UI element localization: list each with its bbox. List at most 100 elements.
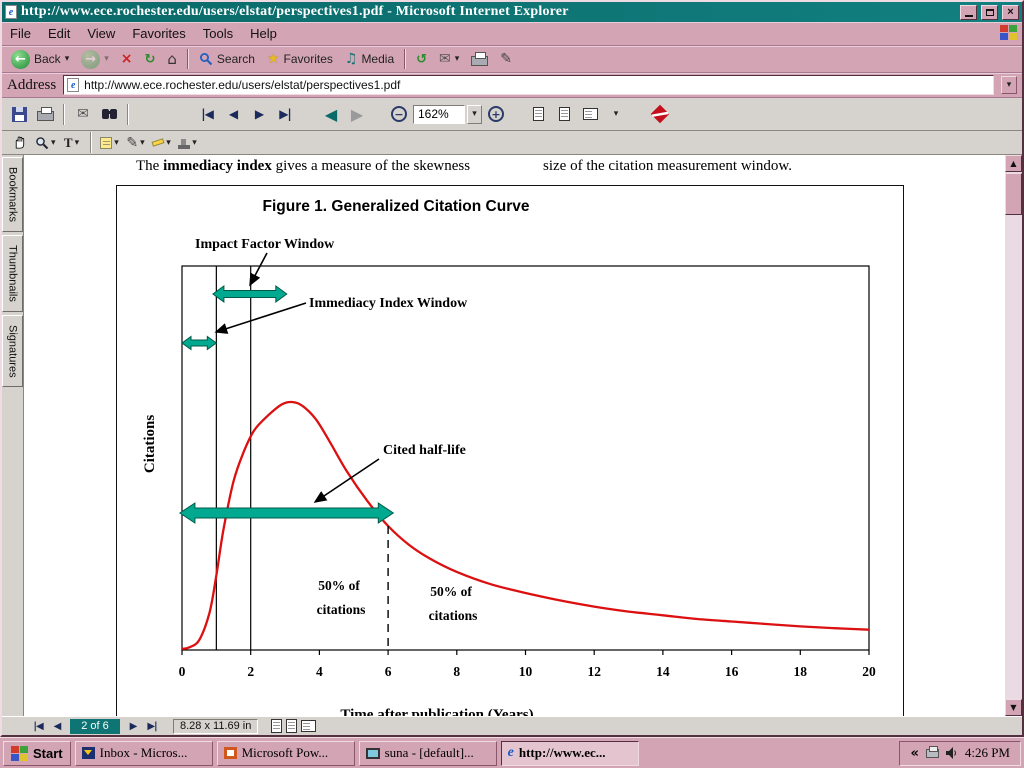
status-last-page-button[interactable]: ▶| [144, 719, 160, 734]
tray-volume-icon[interactable] [946, 747, 958, 759]
print-button[interactable] [466, 48, 493, 71]
note-tool-button[interactable]: ▾ [98, 133, 122, 153]
fit-page-button[interactable] [552, 101, 576, 127]
scroll-up-button[interactable]: ▲ [1005, 155, 1022, 172]
note-dropdown-icon[interactable]: ▾ [114, 138, 119, 148]
scrollbar-track[interactable] [1005, 215, 1022, 699]
save-button[interactable] [7, 101, 31, 127]
scroll-down-button[interactable]: ▼ [1005, 699, 1022, 716]
start-button[interactable]: Start [3, 741, 71, 766]
restore-button[interactable] [981, 5, 998, 20]
hand-tool-button[interactable] [7, 133, 31, 153]
task-powerpoint[interactable]: Microsoft Pow... [217, 741, 355, 766]
menu-favorites[interactable]: Favorites [132, 26, 185, 41]
start-label: Start [33, 746, 63, 761]
status-first-page-button[interactable]: |◀ [30, 719, 46, 734]
address-url-text[interactable]: http://www.ece.rochester.edu/users/elsta… [84, 78, 990, 92]
continuous-layout-icon[interactable] [286, 719, 297, 733]
task-suna[interactable]: suna - [default]... [359, 741, 497, 766]
menu-tools[interactable]: Tools [203, 26, 233, 41]
stamp-tool-button[interactable]: ▾ [176, 133, 200, 153]
tab-bookmarks[interactable]: Bookmarks [2, 157, 23, 232]
previous-view-button[interactable]: ◀ [319, 101, 343, 127]
print-document-button[interactable] [33, 101, 57, 127]
stop-button[interactable]: × [116, 48, 138, 71]
fit-width-button[interactable] [578, 101, 602, 127]
stamp-dropdown-icon[interactable]: ▾ [192, 138, 197, 148]
mail-dropdown-icon[interactable]: ▾ [455, 54, 460, 64]
single-page-layout-icon[interactable] [271, 719, 282, 733]
tray-expand-chevron[interactable]: « [910, 746, 918, 761]
menu-file[interactable]: File [10, 26, 31, 41]
previous-view-icon: ◀ [325, 105, 337, 124]
menu-view[interactable]: View [87, 26, 115, 41]
highlight-dropdown-icon[interactable]: ▾ [166, 138, 171, 148]
text-select-tool-button[interactable]: T ▾ [60, 133, 84, 153]
next-page-button[interactable]: ▶ [247, 101, 271, 127]
history-button[interactable]: ↺ [411, 48, 432, 71]
zoom-out-button[interactable]: − [387, 101, 411, 127]
facing-pages-layout-icon[interactable] [301, 720, 316, 732]
refresh-button[interactable]: ↻ [139, 48, 160, 71]
find-button[interactable] [97, 101, 121, 127]
zoom-tool-dropdown-icon[interactable]: ▾ [51, 138, 56, 148]
edit-button[interactable]: ✎ [495, 48, 517, 71]
back-button[interactable]: ← Back ▾ [6, 48, 74, 71]
acrobat-button[interactable] [648, 101, 672, 127]
previous-page-button[interactable]: ◀ [221, 101, 245, 127]
actual-size-button[interactable] [526, 101, 550, 127]
search-icon [199, 52, 213, 66]
title-bar[interactable]: e http://www.ece.rochester.edu/users/els… [2, 2, 1022, 22]
x-tick-label: 14 [656, 664, 670, 679]
close-button[interactable]: × [1002, 5, 1019, 20]
highlight-tool-button[interactable]: ▾ [150, 133, 174, 153]
status-next-page-button[interactable]: ▶ [125, 719, 141, 734]
media-label: Media [361, 52, 394, 66]
view-options-button[interactable]: ▾ [604, 101, 628, 127]
menu-help[interactable]: Help [250, 26, 277, 41]
address-dropdown-button[interactable]: ▾ [1001, 76, 1017, 94]
media-button[interactable]: ♫ Media [340, 48, 399, 71]
email-button[interactable]: ✉ [71, 101, 95, 127]
favorites-button[interactable]: ★ Favorites [262, 48, 338, 71]
search-label: Search [217, 52, 255, 66]
tray-printer-icon[interactable] [926, 749, 939, 758]
address-input[interactable]: e http://www.ece.rochester.edu/users/els… [63, 75, 994, 95]
search-button[interactable]: Search [194, 48, 260, 71]
chevron-down-icon: ▾ [1007, 80, 1012, 90]
vertical-scrollbar[interactable]: ▲ ▼ [1005, 155, 1022, 716]
first-page-button[interactable]: |◀ [195, 101, 219, 127]
last-page-button[interactable]: ▶| [273, 101, 297, 127]
mail-button[interactable]: ✉ ▾ [434, 48, 464, 71]
back-dropdown-icon[interactable]: ▾ [65, 54, 70, 64]
page-number-field[interactable]: 2 of 6 [70, 719, 120, 734]
ie-icon: e [508, 746, 514, 760]
zoom-dropdown-button[interactable]: ▾ [467, 105, 482, 124]
window-title: http://www.ece.rochester.edu/users/elsta… [21, 4, 956, 20]
half-life-leader-arrow [315, 459, 379, 502]
minimize-button[interactable] [960, 5, 977, 20]
ie-e-glyph: e [71, 80, 75, 91]
home-button[interactable]: ⌂ [162, 48, 182, 71]
zoom-tool-button[interactable]: ▾ [33, 133, 58, 153]
print-icon [471, 56, 488, 66]
task-internet-explorer[interactable]: e http://www.ec... [501, 741, 639, 766]
email-icon: ✉ [77, 107, 89, 121]
zoom-in-button[interactable]: + [484, 101, 508, 127]
pencil-dropdown-icon[interactable]: ▾ [140, 138, 145, 148]
forward-button[interactable]: → ▾ [76, 48, 114, 71]
status-previous-page-button[interactable]: ◀ [49, 719, 65, 734]
tab-thumbnails[interactable]: Thumbnails [2, 235, 23, 312]
x-axis-label: Time after publication (Years) [340, 707, 533, 716]
x-tick-label: 6 [385, 664, 392, 679]
text-select-dropdown-icon[interactable]: ▾ [75, 138, 80, 148]
menu-edit[interactable]: Edit [48, 26, 70, 41]
pct-right-line2: citations [429, 608, 478, 623]
pencil-tool-button[interactable]: ✎ ▾ [124, 133, 148, 153]
zoom-level-input[interactable]: 162% [413, 105, 465, 124]
next-view-button[interactable]: ▶ [345, 101, 369, 127]
tab-signatures[interactable]: Signatures [2, 315, 23, 388]
fit-width-icon [583, 108, 598, 120]
task-inbox[interactable]: Inbox - Micros... [75, 741, 213, 766]
scrollbar-thumb[interactable] [1005, 173, 1022, 215]
